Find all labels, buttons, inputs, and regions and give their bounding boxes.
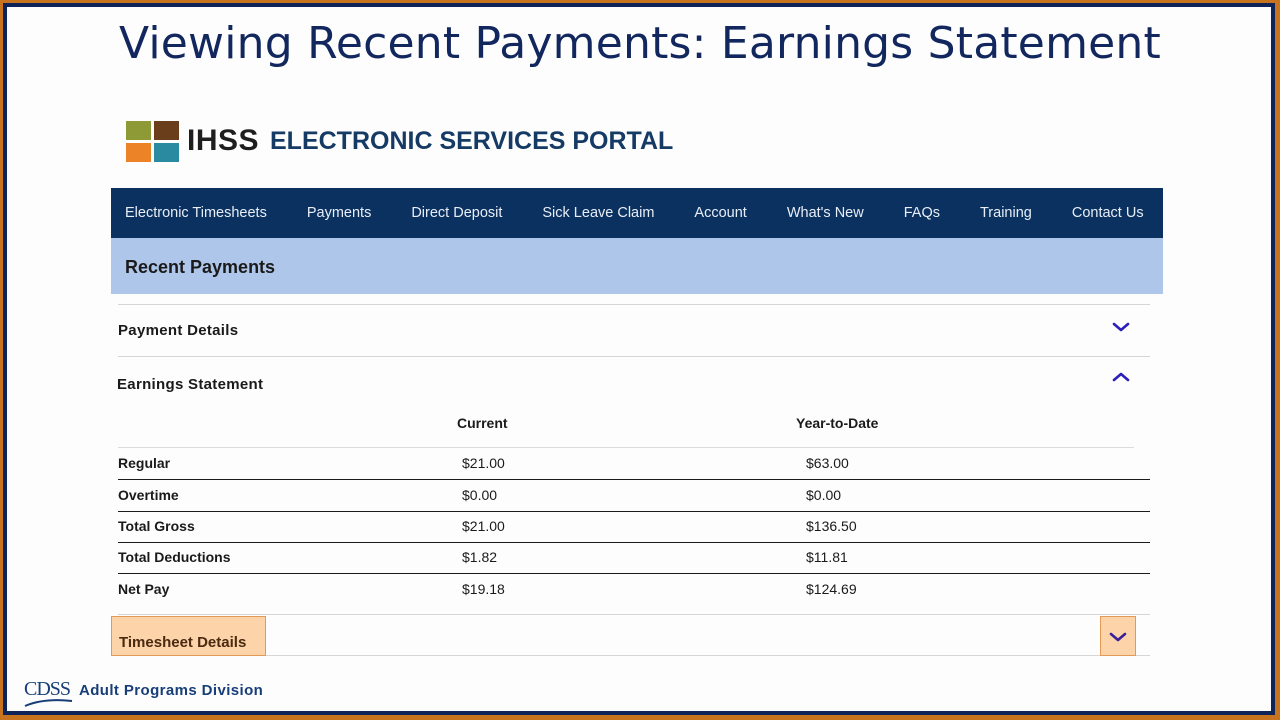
nav-training[interactable]: Training bbox=[960, 205, 1052, 221]
row-current: $1.82 bbox=[462, 549, 498, 565]
nav-payments[interactable]: Payments bbox=[287, 205, 391, 221]
row-label: Total Gross bbox=[118, 518, 195, 534]
divider bbox=[1136, 655, 1150, 656]
row-current: $19.18 bbox=[462, 581, 505, 597]
nav-electronic-timesheets[interactable]: Electronic Timesheets bbox=[111, 205, 287, 221]
row-label: Overtime bbox=[118, 487, 179, 503]
cdss-logo: CDSS bbox=[24, 678, 73, 707]
chevron-down-icon bbox=[1109, 632, 1127, 642]
table-row: Regular $21.00 $63.00 bbox=[118, 448, 1150, 480]
portal-title: ELECTRONIC SERVICES PORTAL bbox=[270, 127, 674, 155]
divider bbox=[118, 356, 1150, 357]
column-header-current: Current bbox=[457, 415, 508, 431]
nav-sick-leave-claim[interactable]: Sick Leave Claim bbox=[522, 205, 674, 221]
section-header: Recent Payments bbox=[111, 238, 1163, 294]
column-header-ytd: Year-to-Date bbox=[796, 415, 879, 431]
payment-details-toggle[interactable]: Payment Details bbox=[118, 322, 238, 339]
nav-faqs[interactable]: FAQs bbox=[884, 205, 960, 221]
row-current: $21.00 bbox=[462, 518, 505, 534]
cdss-swoosh-icon bbox=[24, 699, 73, 707]
table-row: Total Gross $21.00 $136.50 bbox=[118, 511, 1150, 543]
nav-whats-new[interactable]: What's New bbox=[767, 205, 884, 221]
divider bbox=[118, 304, 1150, 305]
table-row: Overtime $0.00 $0.00 bbox=[118, 480, 1150, 512]
division-name: Adult Programs Division bbox=[79, 682, 264, 699]
timesheet-details-toggle[interactable]: Timesheet Details bbox=[111, 616, 266, 656]
chevron-up-icon[interactable] bbox=[1110, 369, 1132, 385]
row-current: $0.00 bbox=[462, 487, 498, 503]
row-label: Regular bbox=[118, 455, 171, 471]
nav-contact-us[interactable]: Contact Us bbox=[1052, 205, 1164, 221]
nav-direct-deposit[interactable]: Direct Deposit bbox=[391, 205, 522, 221]
main-nav: Electronic Timesheets Payments Direct De… bbox=[111, 188, 1163, 238]
table-row: Total Deductions $1.82 $11.81 bbox=[118, 542, 1150, 574]
nav-account[interactable]: Account bbox=[674, 205, 766, 221]
row-current: $21.00 bbox=[462, 455, 505, 471]
timesheet-details-expand-button[interactable] bbox=[1100, 616, 1136, 656]
row-ytd: $0.00 bbox=[806, 487, 842, 503]
table-row: Net Pay $19.18 $124.69 bbox=[118, 574, 1150, 605]
row-label: Total Deductions bbox=[118, 549, 231, 565]
row-label: Net Pay bbox=[118, 581, 170, 597]
section-title: Recent Payments bbox=[125, 257, 276, 277]
slide-title: Viewing Recent Payments: Earnings Statem… bbox=[119, 18, 1161, 69]
ihss-logo-text: IHSS bbox=[187, 124, 260, 157]
ihss-logo-icon bbox=[126, 121, 180, 163]
divider bbox=[266, 655, 1100, 656]
row-ytd: $11.81 bbox=[806, 549, 848, 565]
row-ytd: $63.00 bbox=[806, 455, 849, 471]
earnings-statement-toggle[interactable]: Earnings Statement bbox=[117, 376, 263, 393]
divider bbox=[118, 614, 1150, 615]
chevron-down-icon[interactable] bbox=[1110, 319, 1132, 335]
row-ytd: $124.69 bbox=[806, 581, 857, 597]
row-ytd: $136.50 bbox=[806, 518, 857, 534]
slide-canvas bbox=[3, 3, 1275, 715]
timesheet-details-label: Timesheet Details bbox=[119, 634, 247, 651]
